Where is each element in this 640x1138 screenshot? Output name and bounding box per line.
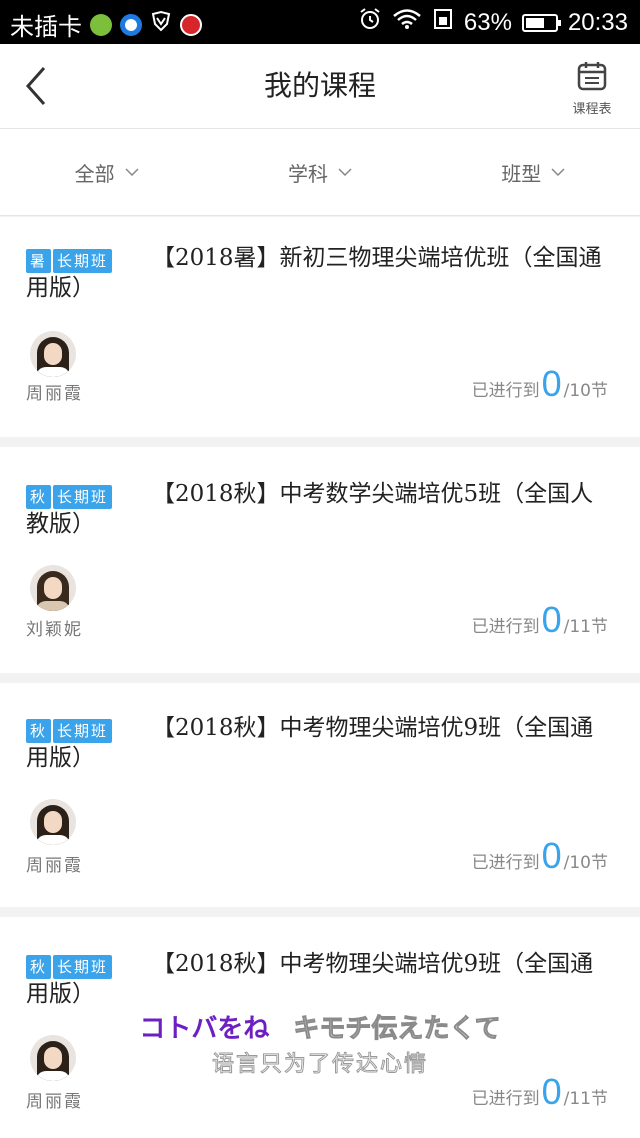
- clock: 20:33: [567, 8, 628, 36]
- progress-total: /11节: [563, 1089, 608, 1109]
- filter-label: 学科: [287, 161, 328, 186]
- course-title: 【2018秋】中考数学尖端培优5班（全国人教版）: [26, 481, 594, 537]
- shield-icon: [150, 10, 172, 39]
- course-card[interactable]: 暑长期班 【2018暑】新初三物理尖端培优班（全国通用版） 周丽霞 已进行到 0…: [0, 217, 640, 437]
- progress-total: /10节: [563, 381, 608, 401]
- calendar-icon: [577, 62, 607, 91]
- news-notification-icon: [180, 13, 202, 36]
- teacher-avatar: [30, 565, 76, 611]
- subtitle-line-2: 语言只为了传达心情: [211, 1052, 428, 1078]
- filter-label: 班型: [501, 161, 542, 186]
- progress-done: 0: [541, 363, 562, 404]
- subtitle-part-a: コトバをね: [139, 1014, 270, 1044]
- nav-bar: 我的课程 课程表: [0, 44, 640, 129]
- teacher-name: 周丽霞: [26, 856, 83, 876]
- teacher-avatar: [30, 331, 76, 377]
- wifi-icon: [392, 8, 422, 37]
- alarm-icon: [358, 7, 382, 38]
- carrier-label: 未插卡: [10, 14, 82, 41]
- progress-prefix: 已进行到: [471, 853, 540, 873]
- teacher-name: 周丽霞: [26, 1092, 83, 1112]
- page-title: 我的课程: [263, 69, 376, 102]
- filter-subject[interactable]: 学科: [213, 129, 426, 215]
- progress-done: 0: [541, 599, 562, 640]
- course-progress: 已进行到 0 /10节: [471, 835, 608, 876]
- course-card[interactable]: 秋长期班 【2018秋】中考数学尖端培优5班（全国人教版） 刘颖妮 已进行到 0…: [0, 447, 640, 673]
- chevron-down-icon: [338, 168, 352, 176]
- schedule-label: 课程表: [572, 102, 612, 117]
- subtitle-line-1: コトバをね キモチ伝えたくて: [0, 1008, 640, 1045]
- progress-prefix: 已进行到: [471, 381, 540, 401]
- filter-all[interactable]: 全部: [0, 129, 213, 215]
- chevron-down-icon: [551, 168, 565, 176]
- filter-label: 全部: [74, 161, 115, 186]
- progress-prefix: 已进行到: [471, 1089, 540, 1109]
- course-progress: 已进行到 0 /11节: [471, 599, 608, 640]
- teacher-name: 周丽霞: [26, 384, 83, 404]
- course-title: 【2018秋】中考物理尖端培优9班（全国通用版）: [26, 715, 594, 771]
- battery-percent: 63%: [463, 8, 512, 36]
- sim-icon: [432, 8, 454, 37]
- course-title: 【2018秋】中考物理尖端培优9班（全国通用版）: [26, 951, 594, 1007]
- course-progress: 已进行到 0 /10节: [471, 363, 608, 404]
- battery-icon: [521, 13, 561, 32]
- course-progress: 已进行到 0 /11节: [471, 1071, 608, 1112]
- teacher-name: 刘颖妮: [26, 620, 83, 640]
- progress-done: 0: [541, 835, 562, 876]
- schedule-button[interactable]: 课程表: [568, 60, 616, 117]
- progress-total: /10节: [563, 853, 608, 873]
- filter-class-type[interactable]: 班型: [427, 129, 640, 215]
- course-card[interactable]: 秋长期班 【2018秋】中考物理尖端培优9班（全国通用版） 周丽霞 已进行到 0…: [0, 683, 640, 907]
- progress-total: /11节: [563, 617, 608, 637]
- browser-notification-icon: [120, 13, 142, 36]
- app-notification-icon: [90, 13, 112, 36]
- teacher-avatar: [30, 799, 76, 845]
- course-title: 【2018暑】新初三物理尖端培优班（全国通用版）: [26, 245, 602, 301]
- status-bar: 未插卡 63% 20:33: [0, 0, 640, 44]
- filter-bar: 全部 学科 班型: [0, 129, 640, 216]
- progress-prefix: 已进行到: [471, 617, 540, 637]
- progress-done: 0: [541, 1071, 562, 1112]
- chevron-down-icon: [125, 168, 139, 176]
- subtitle-part-b: キモチ伝えたくて: [293, 1014, 501, 1045]
